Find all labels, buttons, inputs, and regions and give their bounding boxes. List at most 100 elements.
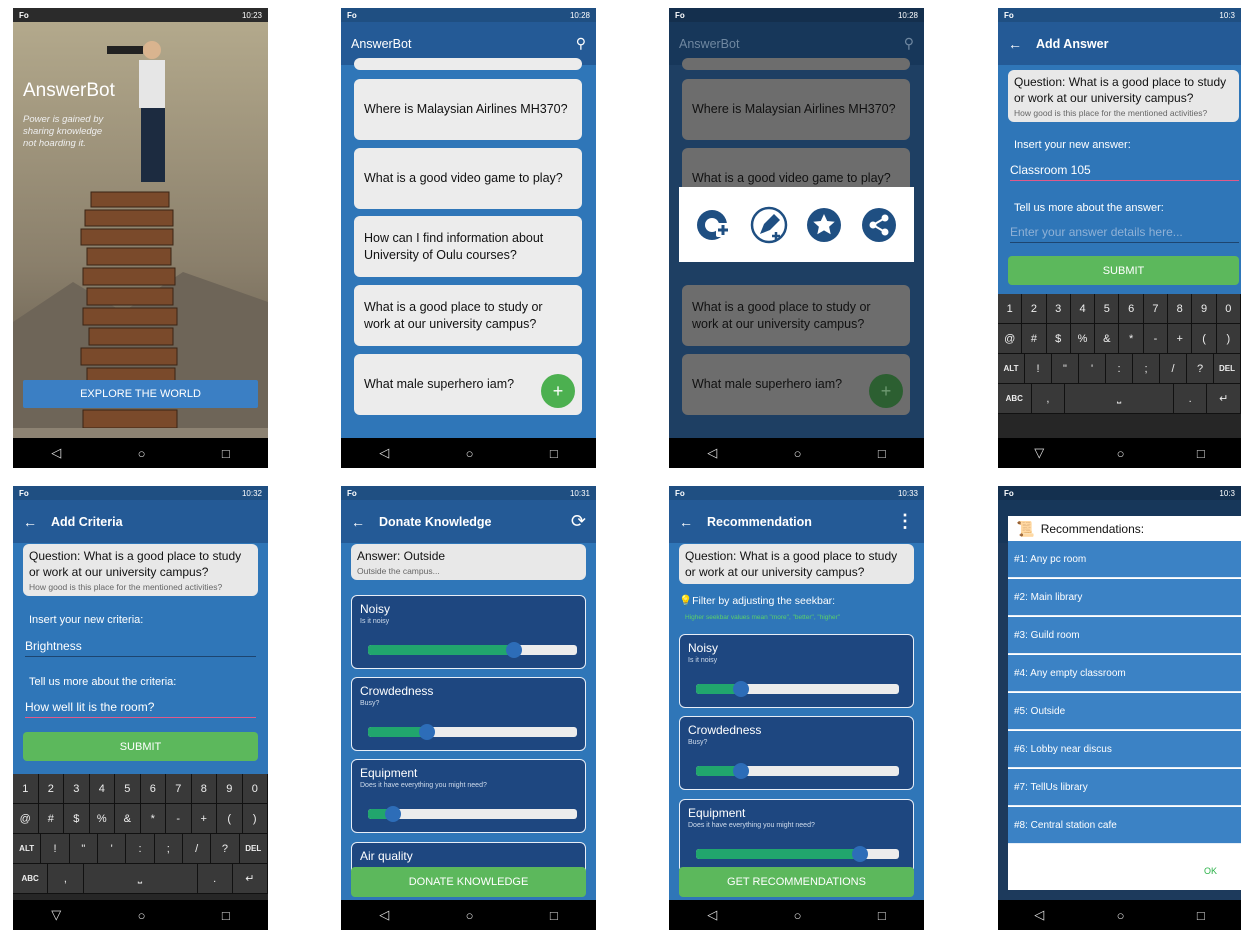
back-arrow-icon[interactable]: ← <box>351 514 365 530</box>
key[interactable]: 7 <box>1143 294 1169 323</box>
key[interactable]: % <box>1070 324 1096 353</box>
key[interactable]: / <box>182 834 212 863</box>
key[interactable]: # <box>38 804 64 833</box>
answer-details-input[interactable]: Enter your answer details here... <box>1010 225 1239 243</box>
key[interactable]: ) <box>1216 324 1241 353</box>
key[interactable]: ? <box>1187 354 1214 383</box>
back-nav-icon[interactable]: ◁ <box>707 445 717 461</box>
seekbar-thumb[interactable] <box>732 763 749 779</box>
seekbar-thumb[interactable] <box>732 681 749 697</box>
key[interactable]: - <box>166 804 192 833</box>
key[interactable]: 7 <box>166 774 192 803</box>
key[interactable]: 6 <box>1119 294 1144 323</box>
list-item[interactable]: #8: Central station cafe <box>1008 807 1241 844</box>
key[interactable]: " <box>1052 354 1079 383</box>
more-vert-icon[interactable]: ⋮ <box>896 511 914 532</box>
key[interactable]: 9 <box>1192 294 1217 323</box>
back-nav-icon[interactable]: ◁ <box>379 907 389 923</box>
key[interactable]: , <box>48 864 84 893</box>
search-icon[interactable]: ⚲ <box>576 35 586 52</box>
key[interactable]: 5 <box>1095 294 1120 323</box>
key[interactable]: 0 <box>242 774 268 803</box>
home-nav-icon[interactable]: ○ <box>794 446 802 461</box>
key[interactable]: # <box>1022 324 1047 353</box>
key[interactable]: 9 <box>217 774 243 803</box>
key[interactable]: * <box>140 804 166 833</box>
back-nav-icon[interactable]: ▽ <box>1034 445 1044 461</box>
seekbar[interactable] <box>696 846 899 862</box>
key[interactable]: ALT <box>13 834 42 863</box>
key[interactable]: / <box>1160 354 1187 383</box>
list-item[interactable]: #6: Lobby near discus <box>1008 731 1241 768</box>
key[interactable]: 1 <box>998 294 1023 323</box>
home-nav-icon[interactable]: ○ <box>466 446 474 461</box>
list-item[interactable]: #4: Any empty classroom <box>1008 655 1241 692</box>
key[interactable]: & <box>1095 324 1120 353</box>
key[interactable]: ! <box>41 834 70 863</box>
criteria-details-input[interactable]: How well lit is the room? <box>25 700 256 718</box>
key[interactable]: + <box>191 804 217 833</box>
back-arrow-icon[interactable]: ← <box>23 514 37 530</box>
back-arrow-icon[interactable]: ← <box>1008 36 1022 52</box>
key[interactable]: 8 <box>191 774 217 803</box>
key[interactable]: @ <box>998 324 1023 353</box>
key[interactable]: 0 <box>1216 294 1241 323</box>
submit-button[interactable]: SUBMIT <box>23 732 258 761</box>
enter-key[interactable]: ↵ <box>1207 384 1241 413</box>
seekbar[interactable] <box>696 681 899 697</box>
recents-nav-icon[interactable]: □ <box>550 908 558 923</box>
back-nav-icon[interactable]: ◁ <box>379 445 389 461</box>
get-recommendations-button[interactable]: GET RECOMMENDATIONS <box>679 867 914 897</box>
share-icon[interactable] <box>860 206 898 244</box>
list-item[interactable]: Where is Malaysian Airlines MH370? <box>354 79 582 140</box>
key[interactable]: ! <box>1025 354 1052 383</box>
seekbar-thumb[interactable] <box>852 846 869 862</box>
key[interactable]: ) <box>242 804 268 833</box>
key[interactable]: ; <box>1133 354 1160 383</box>
recents-nav-icon[interactable]: □ <box>878 446 886 461</box>
delete-key[interactable]: DEL <box>239 834 268 863</box>
home-nav-icon[interactable]: ○ <box>1117 908 1125 923</box>
ok-button[interactable]: OK <box>1204 866 1217 876</box>
key[interactable]: 2 <box>38 774 64 803</box>
key[interactable]: ABC <box>13 864 49 893</box>
key[interactable]: 8 <box>1168 294 1193 323</box>
submit-button[interactable]: SUBMIT <box>1008 256 1239 285</box>
home-nav-icon[interactable]: ○ <box>466 908 474 923</box>
key[interactable]: . <box>1173 384 1208 413</box>
key[interactable]: " <box>69 834 98 863</box>
donate-knowledge-button[interactable]: DONATE KNOWLEDGE <box>351 867 586 897</box>
add-criteria-icon[interactable] <box>750 206 788 244</box>
key[interactable]: $ <box>64 804 90 833</box>
add-question-button[interactable]: + <box>541 374 575 408</box>
key[interactable]: ' <box>1079 354 1106 383</box>
space-key[interactable]: ⎵ <box>1065 384 1174 413</box>
answer-input[interactable]: Classroom 105 <box>1010 163 1239 181</box>
recents-nav-icon[interactable]: □ <box>222 908 230 923</box>
key[interactable]: 4 <box>89 774 115 803</box>
list-item[interactable]: #2: Main library <box>1008 579 1241 616</box>
criteria-input[interactable]: Brightness <box>25 639 256 657</box>
list-item[interactable]: #3: Guild room <box>1008 617 1241 654</box>
key[interactable]: * <box>1119 324 1144 353</box>
seekbar[interactable] <box>696 763 899 779</box>
key[interactable]: % <box>89 804 115 833</box>
list-item[interactable]: #7: TellUs library <box>1008 769 1241 806</box>
seekbar[interactable] <box>368 724 577 740</box>
add-answer-icon[interactable] <box>695 206 733 244</box>
key[interactable]: 1 <box>13 774 39 803</box>
key[interactable]: + <box>1168 324 1193 353</box>
home-nav-icon[interactable]: ○ <box>138 908 146 923</box>
key[interactable]: ( <box>217 804 243 833</box>
refresh-icon[interactable]: ⟳ <box>571 511 586 532</box>
key[interactable]: 5 <box>115 774 141 803</box>
list-item[interactable]: #5: Outside <box>1008 693 1241 730</box>
enter-key[interactable]: ↵ <box>232 864 268 893</box>
list-item[interactable]: What is a good video game to play? <box>354 148 582 209</box>
back-nav-icon[interactable]: ◁ <box>51 445 61 461</box>
recents-nav-icon[interactable]: □ <box>878 908 886 923</box>
list-item[interactable]: What is a good place to study or work at… <box>354 285 582 346</box>
seekbar-thumb[interactable] <box>418 724 435 740</box>
home-nav-icon[interactable]: ○ <box>138 446 146 461</box>
key[interactable]: ; <box>154 834 183 863</box>
